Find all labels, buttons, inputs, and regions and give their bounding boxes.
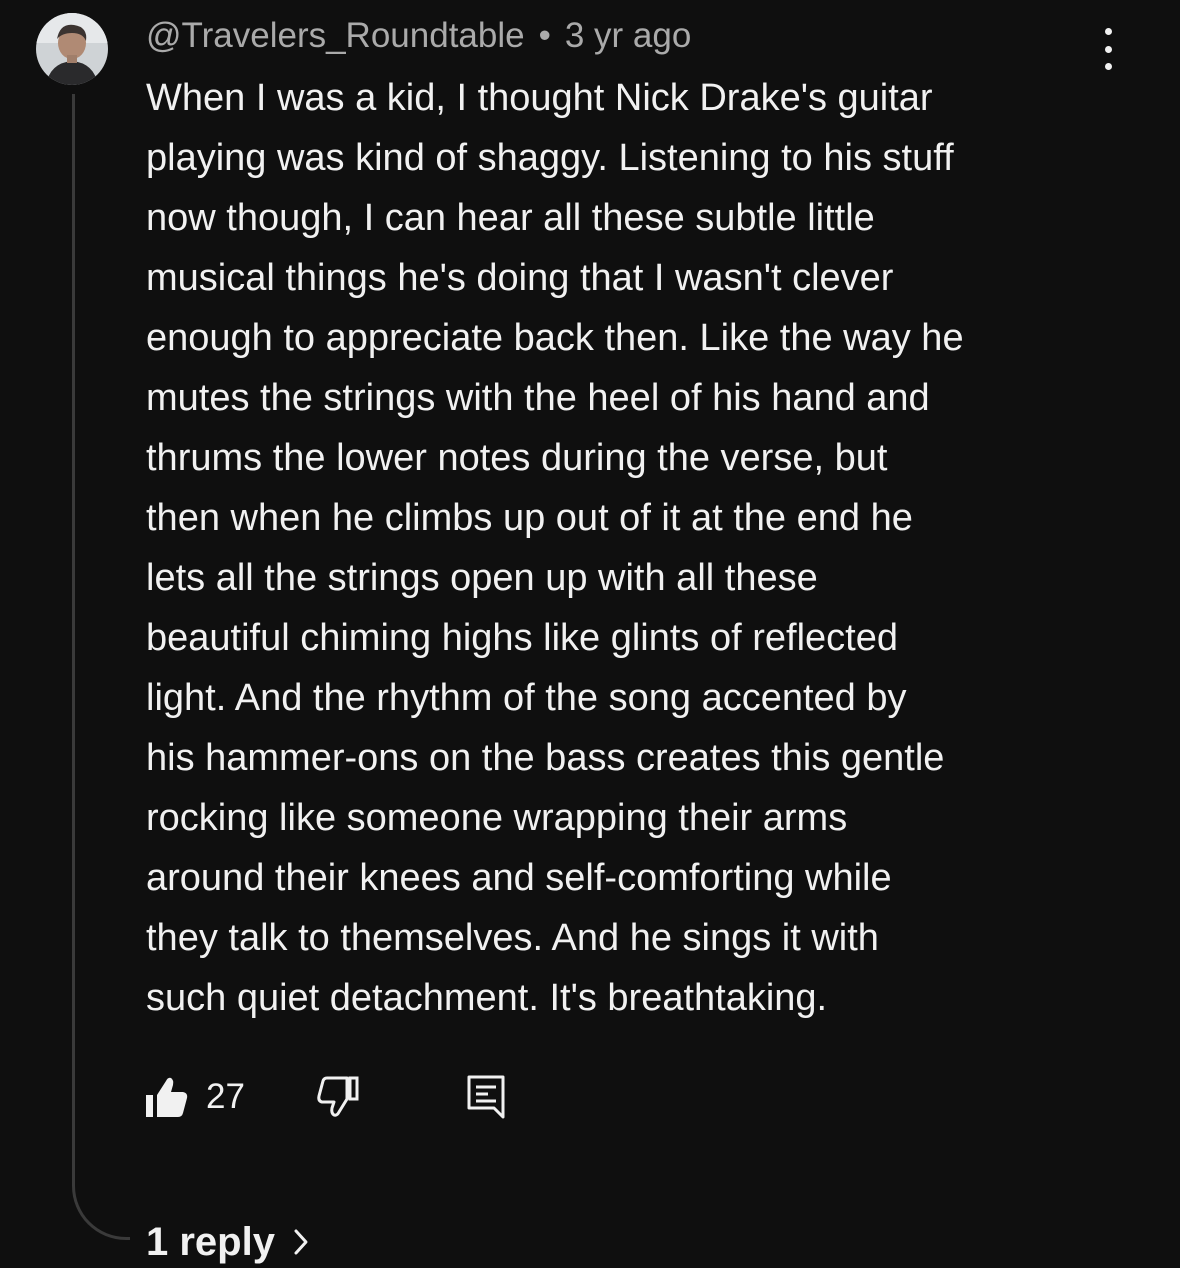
thumbs-up-filled-icon xyxy=(146,1077,188,1117)
comment-line: then when he climbs up out of it at the … xyxy=(146,497,913,539)
like-count: 27 xyxy=(206,1077,245,1116)
comment-line: his hammer-ons on the bass creates this … xyxy=(146,737,945,779)
comment-line: around their knees and self-comforting w… xyxy=(146,857,892,899)
more-dot xyxy=(1104,45,1112,53)
comment-line: playing was kind of shaggy. Listening to… xyxy=(146,137,954,179)
like-button[interactable]: 27 xyxy=(144,1072,245,1122)
comment-line: they talk to themselves. And he sings it… xyxy=(146,917,879,959)
comment-header: @Travelers_Roundtable • 3 yr ago xyxy=(146,14,691,58)
author-avatar[interactable] xyxy=(36,13,108,85)
comment-line: thrums the lower notes during the verse,… xyxy=(146,437,888,479)
comment-line: When I was a kid, I thought Nick Drake's… xyxy=(146,77,933,119)
comment-line: rocking like someone wrapping their arms xyxy=(146,797,848,839)
comment-line: lets all the strings open up with all th… xyxy=(146,557,818,599)
comment-line: now though, I can hear all these subtle … xyxy=(146,197,875,239)
more-dot xyxy=(1104,28,1112,35)
chevron-right-icon xyxy=(293,1228,309,1256)
comment-actions: 27 xyxy=(144,1072,544,1122)
comment-line: such quiet detachment. It's breathtaking… xyxy=(146,977,828,1019)
comment-line: enough to appreciate back then. Like the… xyxy=(146,317,964,359)
comment-line: mutes the strings with the heel of his h… xyxy=(146,377,930,419)
view-replies-button[interactable]: 1 reply xyxy=(146,1216,309,1268)
author-handle[interactable]: @Travelers_Roundtable xyxy=(146,16,525,56)
comment-line: musical things he's doing that I wasn't … xyxy=(146,257,894,299)
comment-line: beautiful chiming highs like glints of r… xyxy=(146,617,898,659)
replies-label: 1 reply xyxy=(146,1219,275,1264)
reply-button[interactable] xyxy=(466,1072,506,1122)
dislike-button[interactable] xyxy=(314,1072,360,1122)
thumbs-down-outline-icon xyxy=(317,1076,359,1117)
meta-separator: • xyxy=(538,16,551,55)
more-vert-icon[interactable] xyxy=(1088,24,1128,74)
comment-timestamp[interactable]: 3 yr ago xyxy=(565,16,691,56)
comment-text: When I was a kid, I thought Nick Drake's… xyxy=(146,68,1126,1028)
comment-line: light. And the rhythm of the song accent… xyxy=(146,677,907,719)
thread-connector-line xyxy=(72,94,130,1240)
reply-comment-icon xyxy=(467,1075,505,1119)
